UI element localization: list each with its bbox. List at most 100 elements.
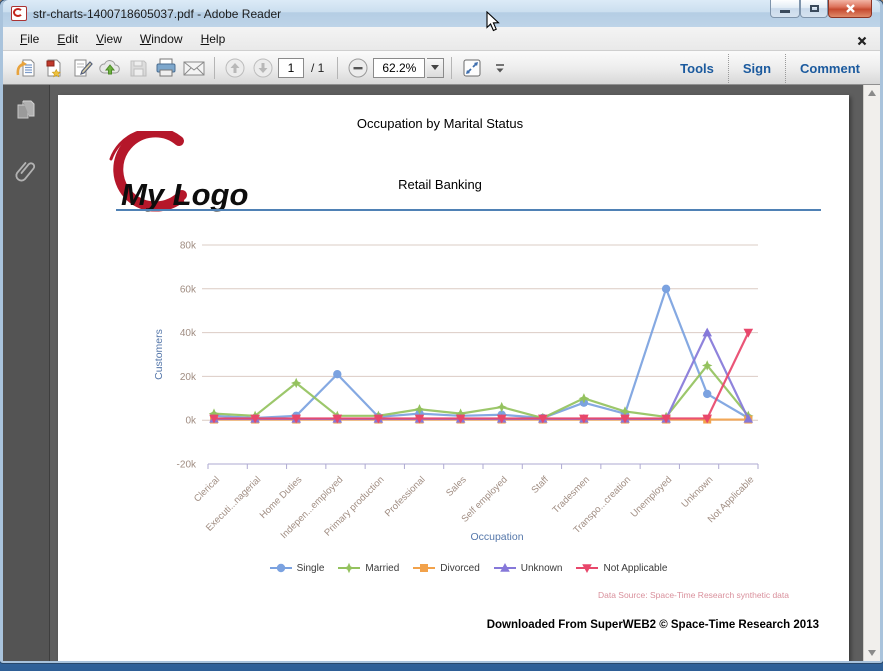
toolbar: / 1 62.2% Tools Sign Co [3, 51, 880, 85]
toolbar-overflow-button[interactable] [487, 55, 513, 81]
sign-pencil-icon [74, 59, 93, 76]
chart-subtitle: Retail Banking [398, 177, 482, 192]
my-logo-graphic: My Logo [109, 127, 248, 212]
y-tick-label: 0k [185, 416, 197, 427]
menu-help[interactable]: Help [192, 29, 235, 49]
cloud-upload-icon [99, 59, 120, 74]
chevron-down-icon [431, 65, 440, 70]
series-line-not-applicable [212, 331, 750, 420]
x-axis-title: Occupation [470, 531, 523, 543]
chart-title: Occupation by Marital Status [356, 116, 524, 131]
y-tick-label: -20k [177, 460, 197, 471]
divider-line [116, 209, 821, 211]
legend-label: Single [296, 562, 325, 574]
email-button[interactable] [181, 55, 207, 81]
data-point [743, 328, 754, 338]
print-button[interactable] [153, 55, 179, 81]
legend-item-married: Married [337, 562, 399, 574]
legend-marker-icon [493, 563, 516, 572]
legend-marker-icon [576, 564, 599, 573]
menu-file[interactable]: File [11, 29, 48, 49]
data-point [702, 327, 712, 337]
data-point [344, 562, 355, 574]
page-number-input[interactable] [278, 57, 304, 78]
toolbar-overflow-icon [496, 63, 505, 72]
open-file-icon [16, 59, 35, 76]
pdf-page: Occupation by Marital Status My Logo Ret… [58, 95, 849, 661]
close-icon [845, 4, 855, 13]
data-point [703, 389, 712, 399]
next-page-icon [253, 58, 273, 77]
create-pdf-button[interactable] [41, 55, 67, 81]
legend-marker-icon [413, 564, 436, 572]
zoom-level-value[interactable]: 62.2% [373, 57, 426, 78]
menu-edit[interactable]: Edit [48, 29, 87, 49]
legend-label: Married [365, 562, 400, 574]
data-source-note: Data Source: Space-Time Research synthet… [597, 590, 789, 600]
titlebar[interactable]: str-charts-1400718605037.pdf - Adobe Rea… [3, 0, 880, 27]
data-point [276, 563, 285, 573]
data-point [496, 401, 507, 413]
x-category-label: Professional [383, 474, 428, 519]
series-line-unknown [212, 331, 750, 420]
maximize-icon [809, 5, 819, 12]
cloud-upload-button[interactable] [97, 55, 123, 81]
open-file-button[interactable] [13, 55, 39, 81]
chart-svg: 80k60k40k20k0k-20kClericalExecuti...nage… [153, 241, 759, 543]
legend-label: Unknown [520, 562, 563, 574]
save-icon [130, 60, 147, 76]
comment-button[interactable]: Comment [785, 53, 874, 83]
legend-item-not-applicable: Not Applicable [575, 562, 667, 574]
scroll-down-icon[interactable] [868, 650, 876, 656]
scroll-up-icon[interactable] [868, 90, 876, 96]
x-category-label: Unemployed [629, 474, 674, 519]
close-document-button[interactable] [857, 33, 867, 51]
page-thumbnails-button[interactable] [10, 95, 42, 127]
toolbar-separator [451, 56, 453, 79]
menubar: File Edit View Window Help [3, 27, 880, 51]
mouse-cursor [486, 11, 500, 32]
x-category-label: Tradesmen [551, 474, 593, 516]
minimize-button[interactable] [770, 0, 800, 18]
create-pdf-icon [46, 59, 61, 77]
zoom-out-button[interactable] [345, 55, 371, 81]
previous-page-icon [225, 58, 245, 77]
tools-button[interactable]: Tools [666, 54, 728, 83]
x-category-label: Staff [529, 474, 551, 496]
menu-view[interactable]: View [87, 29, 131, 49]
legend-item-divorced: Divorced [412, 562, 480, 574]
y-tick-label: 60k [180, 284, 197, 295]
y-tick-label: 80k [180, 241, 197, 252]
y-tick-label: 20k [180, 372, 197, 383]
legend-label: Not Applicable [603, 562, 668, 574]
fit-window-button[interactable] [459, 55, 485, 81]
email-icon [183, 61, 205, 75]
print-icon [156, 58, 176, 76]
attachments-button[interactable] [10, 155, 42, 187]
line-chart: 80k 60k 40k 20k 0k -20k Clerical Executi...nage… [118, 229, 818, 582]
save-button[interactable] [125, 55, 151, 81]
previous-page-button[interactable] [222, 55, 248, 81]
download-footer: Downloaded From SuperWEB2 © Space-Time R… [486, 619, 819, 631]
window-title: str-charts-1400718605037.pdf - Adobe Rea… [33, 6, 282, 21]
sign-document-button[interactable] [69, 55, 95, 81]
vertical-scrollbar[interactable] [863, 85, 880, 661]
legend-marker-icon [269, 563, 292, 573]
chart-legend: Single Married Divorced Unknown Not Applicab… [118, 562, 818, 574]
maximize-button[interactable] [800, 0, 828, 18]
navigation-sidebar [3, 85, 50, 661]
series-line-single [212, 287, 750, 420]
legend-item-single: Single [269, 562, 325, 574]
menu-window[interactable]: Window [131, 29, 192, 49]
legend-marker-icon [338, 562, 361, 574]
sign-button[interactable]: Sign [727, 53, 785, 83]
close-document-icon [857, 36, 867, 46]
close-button[interactable] [828, 0, 872, 18]
series-line-married [212, 364, 750, 420]
y-tick-label: 40k [180, 328, 197, 339]
zoom-out-icon [348, 58, 368, 77]
zoom-dropdown-button[interactable] [427, 57, 445, 78]
next-page-button[interactable] [250, 55, 276, 81]
pdf-file-icon [11, 6, 27, 21]
legend-item-unknown: Unknown [493, 562, 563, 574]
